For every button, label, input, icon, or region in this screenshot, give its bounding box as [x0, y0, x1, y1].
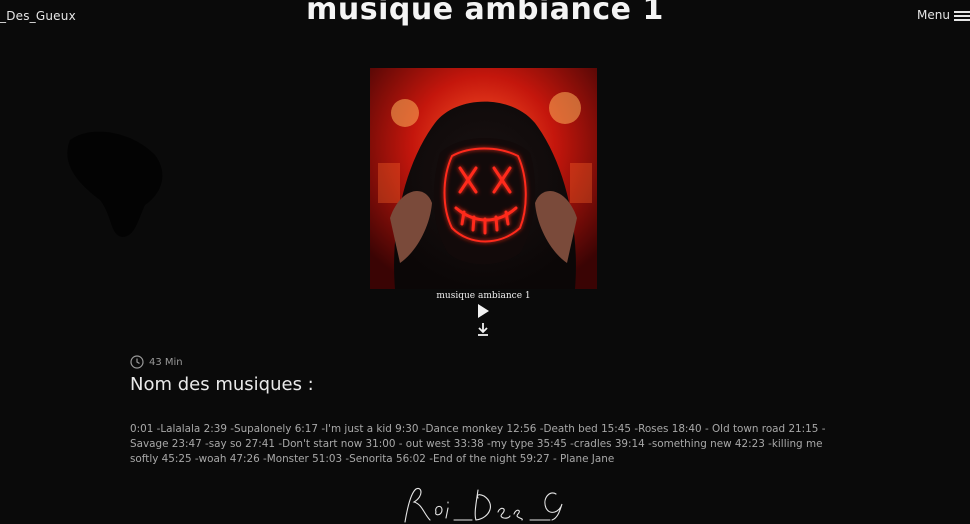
track-caption: musique ambiance 1 [436, 291, 531, 301]
menu-label: Menu [917, 8, 950, 22]
duration-row: 43 Min [130, 355, 183, 369]
menu-button[interactable]: Menu [917, 8, 970, 22]
clock-icon [130, 355, 144, 369]
section-title: Nom des musiques : [130, 374, 314, 395]
play-icon[interactable] [475, 303, 491, 319]
signature-logo [404, 487, 563, 523]
album-cover-image [370, 68, 597, 289]
duration-text: 43 Min [149, 356, 183, 368]
hamburger-icon [954, 10, 970, 21]
download-icon[interactable] [476, 322, 490, 336]
decorative-blob [67, 131, 163, 237]
page-title: musique ambiance 1 [306, 0, 664, 27]
tracklist-text: 0:01 -Lalalala 2:39 -Supalonely 6:17 -I'… [130, 423, 826, 465]
